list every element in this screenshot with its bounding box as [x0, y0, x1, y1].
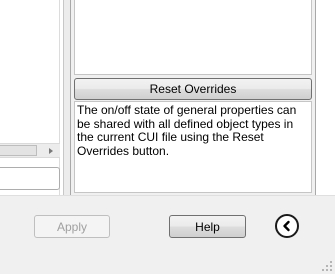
help-button[interactable]: Help — [169, 215, 246, 238]
horizontal-scrollbar[interactable] — [0, 143, 60, 158]
scroll-right-icon — [49, 147, 53, 154]
properties-panel: Reset Overrides The on/off state of gene… — [70, 0, 316, 195]
resize-grip-icon[interactable] — [321, 260, 333, 272]
dialog-button-bar: Apply Help — [0, 195, 335, 274]
scroll-right-arrow[interactable] — [42, 144, 60, 157]
chevron-left-icon — [283, 220, 290, 232]
apply-button[interactable]: Apply — [34, 215, 110, 238]
left-panel-field[interactable] — [0, 167, 60, 190]
collapse-panel-button[interactable] — [275, 214, 299, 238]
panel-right-margin — [316, 0, 335, 195]
scrollbar-thumb[interactable] — [0, 145, 37, 156]
properties-list[interactable] — [74, 0, 312, 75]
description-text: The on/off state of general properties c… — [77, 103, 297, 158]
left-panel-border — [59, 0, 60, 195]
description-box: The on/off state of general properties c… — [74, 101, 312, 193]
panel-splitter[interactable] — [63, 0, 70, 195]
reset-overrides-button[interactable]: Reset Overrides — [74, 78, 312, 100]
panel-splitter-edge — [63, 0, 64, 195]
